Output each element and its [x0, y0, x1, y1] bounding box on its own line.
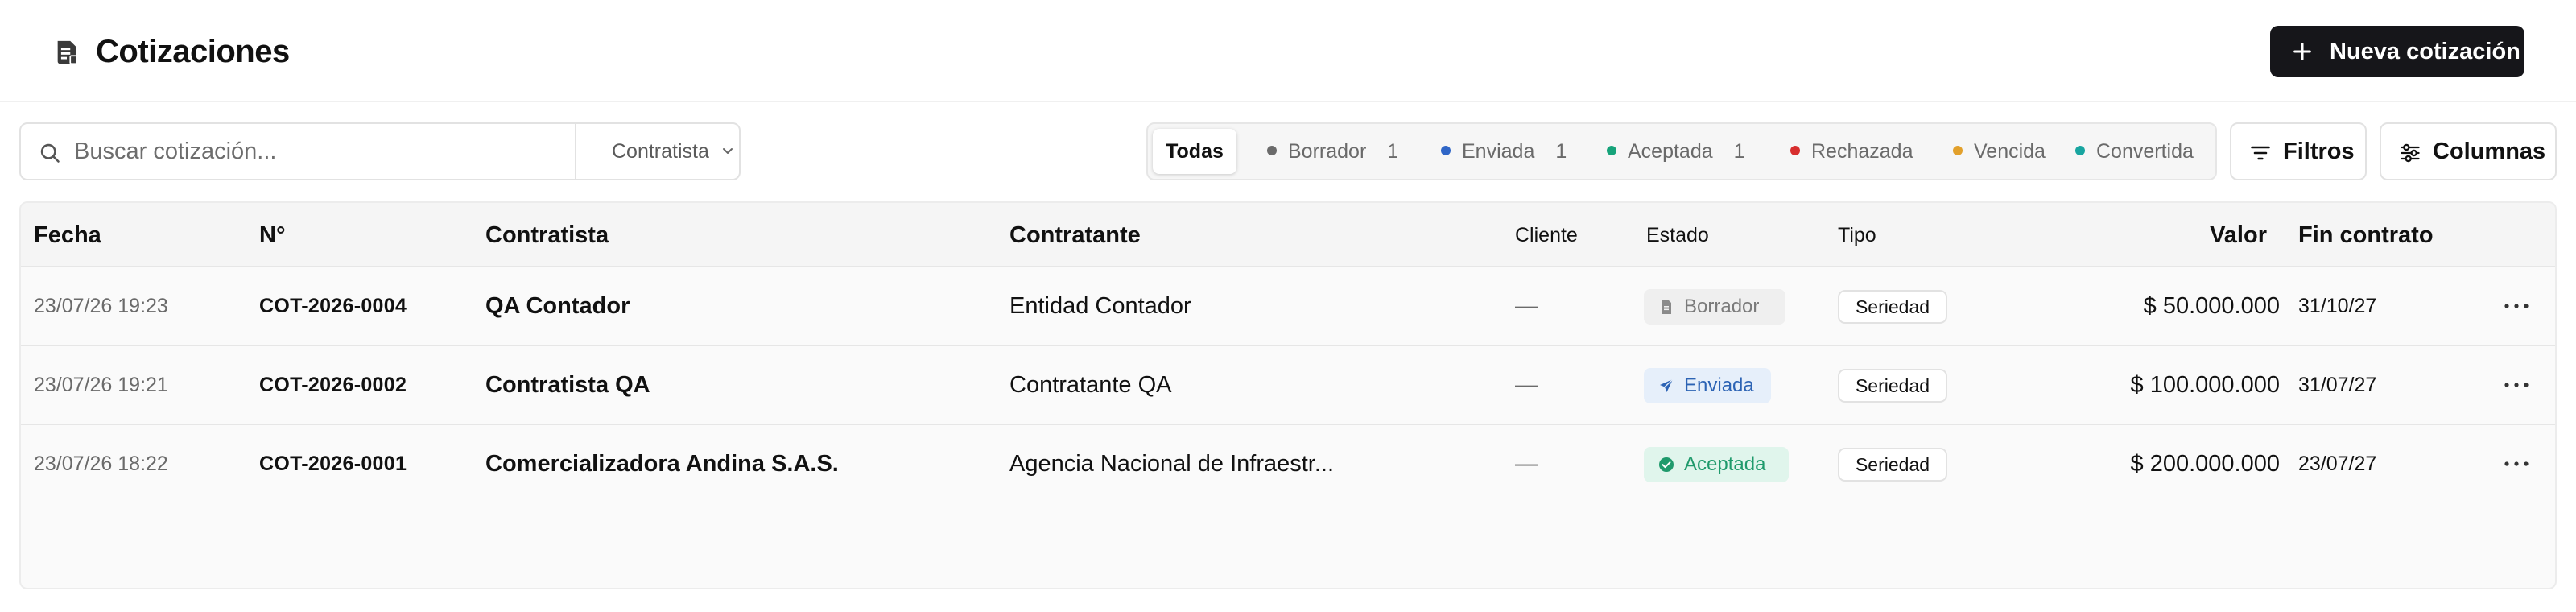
column-header-contratante[interactable]: Contratante [1009, 203, 1141, 267]
columns-label: Columnas [2433, 139, 2546, 164]
quotes-table: Fecha N° Contratista Contratante Cliente… [19, 201, 2557, 589]
more-horizontal-icon[interactable] [2502, 377, 2531, 393]
file-icon [1662, 300, 1671, 314]
sliders-icon [2401, 143, 2420, 163]
tab-convertida[interactable]: Convertida [2075, 129, 2194, 174]
status-dot [1441, 146, 1451, 156]
cell-fin-contrato: 31/10/27 [2298, 295, 2377, 317]
send-icon [1660, 378, 1674, 392]
tab-borrador[interactable]: Borrador 1 [1267, 129, 1398, 174]
tab-aceptada[interactable]: Aceptada 1 [1607, 129, 1745, 174]
new-quote-button[interactable]: Nueva cotización [2270, 26, 2524, 77]
check-circle-icon [1659, 457, 1674, 472]
cell-contratista: Contratista QA [485, 372, 650, 398]
tipo-badge: Seriedad [1838, 369, 1947, 403]
cell-contratante: Contratante QA [1009, 372, 1172, 398]
search-bar: Contratista [19, 122, 741, 180]
filters-button[interactable]: Filtros [2230, 122, 2367, 180]
column-header-fecha[interactable]: Fecha [34, 203, 101, 267]
tab-label: Enviada [1462, 140, 1535, 163]
cell-numero: COT-2026-0001 [259, 453, 407, 475]
chevron-down-icon [723, 148, 733, 154]
cell-contratante: Entidad Contador [1009, 293, 1191, 319]
tab-label: Todas [1166, 140, 1224, 163]
column-header-tipo[interactable]: Tipo [1838, 203, 1876, 267]
tab-todas[interactable]: Todas [1153, 129, 1236, 174]
new-quote-label: Nueva cotización [2330, 39, 2520, 64]
filter-icon [2251, 146, 2270, 160]
tab-label: Vencida [1974, 140, 2046, 163]
cell-numero: COT-2026-0004 [259, 295, 407, 317]
cell-valor: $ 200.000.000 [2130, 451, 2280, 477]
status-badge-label: Aceptada [1684, 453, 1766, 475]
table-header: Fecha N° Contratista Contratante Cliente… [21, 203, 2555, 267]
cell-fecha: 23/07/26 19:21 [34, 374, 168, 396]
plus-icon [2293, 43, 2311, 60]
status-badge: Borrador [1644, 289, 1785, 325]
tab-count: 1 [1733, 140, 1745, 163]
cell-numero: COT-2026-0002 [259, 374, 407, 396]
more-horizontal-icon[interactable] [2502, 298, 2531, 314]
search-input[interactable] [74, 130, 573, 172]
status-dot [1790, 146, 1800, 156]
cell-fin-contrato: 31/07/27 [2298, 374, 2377, 396]
status-dot [1953, 146, 1963, 156]
column-header-valor[interactable]: Valor [2210, 203, 2267, 267]
tab-count: 1 [1387, 140, 1399, 163]
cell-contratante: Agencia Nacional de Infraestr... [1009, 451, 1335, 477]
more-horizontal-icon[interactable] [2502, 456, 2531, 472]
cell-fecha: 23/07/26 19:23 [34, 295, 168, 317]
cell-valor: $ 50.000.000 [2143, 293, 2280, 319]
column-header-estado[interactable]: Estado [1646, 203, 1709, 267]
tab-vencida[interactable]: Vencida [1953, 129, 2046, 174]
cell-cliente: — [1515, 372, 1538, 398]
status-dot [1267, 146, 1277, 156]
cell-valor: $ 100.000.000 [2130, 372, 2280, 398]
page-header: Cotizaciones Nueva cotización [0, 0, 2576, 102]
status-tabs: Todas Borrador 1 Enviada 1 Aceptada 1 Recha… [1146, 122, 2217, 180]
filters-label: Filtros [2283, 139, 2355, 164]
document-icon [57, 40, 78, 65]
status-badge-label: Enviada [1684, 374, 1754, 396]
tab-count: 1 [1555, 140, 1567, 163]
column-header-numero[interactable]: N° [259, 203, 286, 267]
cell-fin-contrato: 23/07/27 [2298, 453, 2377, 475]
tab-rechazada[interactable]: Rechazada [1790, 129, 1913, 174]
role-select[interactable]: Contratista [576, 124, 739, 179]
cell-cliente: — [1515, 451, 1538, 477]
status-dot [1607, 146, 1616, 156]
status-badge: Enviada [1644, 368, 1771, 403]
table-row[interactable]: 23/07/26 18:22 COT-2026-0001 Comercializ… [21, 425, 2555, 504]
status-dot [2075, 146, 2085, 156]
tab-label: Aceptada [1628, 140, 1713, 163]
column-header-contratista[interactable]: Contratista [485, 203, 609, 267]
status-badge: Aceptada [1644, 447, 1789, 482]
tab-label: Rechazada [1811, 140, 1913, 163]
column-header-cliente[interactable]: Cliente [1515, 203, 1578, 267]
cell-contratista: Comercializadora Andina S.A.S. [485, 451, 839, 477]
tab-enviada[interactable]: Enviada 1 [1441, 129, 1567, 174]
status-badge-label: Borrador [1684, 296, 1760, 317]
column-header-fin-contrato[interactable]: Fin contrato [2298, 203, 2434, 267]
cell-fecha: 23/07/26 18:22 [34, 453, 168, 475]
tab-label: Borrador [1288, 140, 1367, 163]
cell-contratista: QA Contador [485, 293, 630, 319]
columns-button[interactable]: Columnas [2380, 122, 2557, 180]
cell-cliente: — [1515, 293, 1538, 319]
tipo-badge: Seriedad [1838, 448, 1947, 482]
tab-label: Convertida [2096, 140, 2194, 163]
page-title: Cotizaciones [96, 34, 290, 69]
table-row[interactable]: 23/07/26 19:23 COT-2026-0004 QA Contador… [21, 267, 2555, 346]
table-row[interactable]: 23/07/26 19:21 COT-2026-0002 Contratista… [21, 346, 2555, 425]
search-icon [40, 143, 60, 163]
tipo-badge: Seriedad [1838, 290, 1947, 324]
role-select-value: Contratista [612, 140, 709, 163]
